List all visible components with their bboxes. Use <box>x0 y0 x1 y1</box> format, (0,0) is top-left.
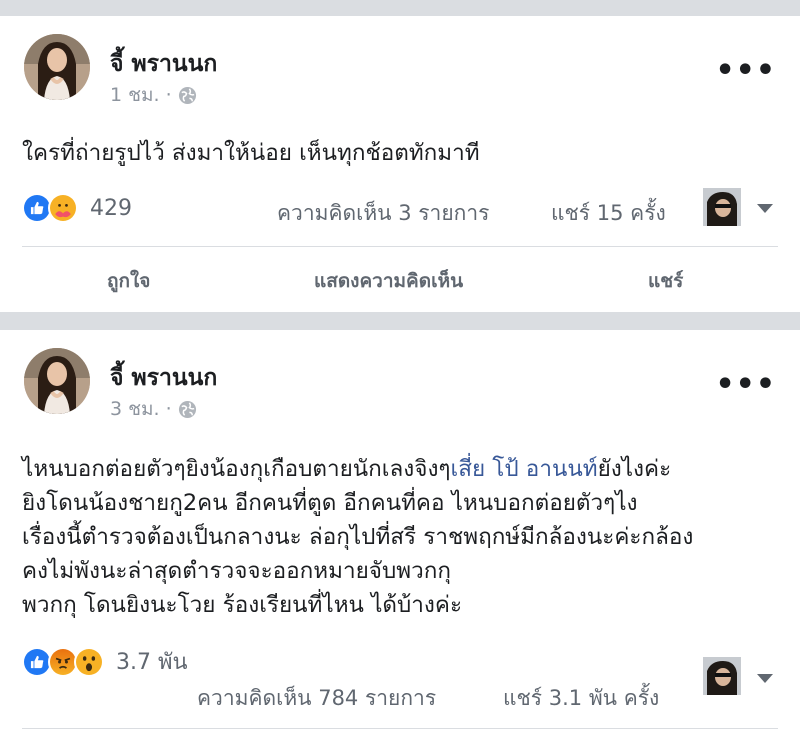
reactions-summary[interactable]: 3.7 พัน <box>22 644 188 679</box>
divider <box>22 728 778 729</box>
post-text-line: ยิงโดนน้องชายกู2คน อีกคนที่ตูด อีกคนที่ค… <box>22 490 638 516</box>
audience-dropdown-icon[interactable] <box>757 674 773 683</box>
post-meta: 3 ชม. · <box>110 394 197 424</box>
post-text-segment: ไหนบอกต่อยตัวๆยิงน้องกุเกือบตายนักเลงจิง… <box>22 456 451 482</box>
reaction-count: 3.7 พัน <box>116 650 188 675</box>
post-time[interactable]: 1 ชม. · <box>110 80 172 110</box>
comment-count[interactable]: ความคิดเห็น 784 รายการ <box>197 682 436 715</box>
post-text: ใครที่ถ่ายรูปไว้ ส่งมาให้น่อย เห็นทุกช้อ… <box>22 136 784 170</box>
author-name[interactable]: จี้ พรานนก <box>110 46 217 82</box>
reactions-summary[interactable]: 429 <box>22 193 132 223</box>
author-avatar[interactable] <box>24 34 90 100</box>
post-text-line: เรื่องนี้ตำรวจต้องเป็นกลางนะ ล่อกุไปที่ส… <box>22 524 694 550</box>
divider <box>22 246 778 247</box>
post-text-line: คงไม่พังนะล่าสุดตำรวจจะออกหมายจับพวกกุ <box>22 558 451 584</box>
post-text-segment: ยังไงค่ะ <box>597 456 672 482</box>
audience-dropdown-icon[interactable] <box>757 204 773 213</box>
care-icon <box>48 193 78 223</box>
share-button[interactable]: แชร์ <box>648 266 683 296</box>
post-card: จี้ พรานนก 3 ชม. · ••• ไหนบอกต่อยตัวๆยิง… <box>0 330 800 738</box>
post-text-line: พวกกุ โดนยิงนะโวย ร้องเรียนที่ไหน ได้บ้า… <box>22 592 463 618</box>
post-time[interactable]: 3 ชม. · <box>110 394 172 424</box>
post-text: ไหนบอกต่อยตัวๆยิงน้องกุเกือบตายนักเลงจิง… <box>22 452 784 622</box>
share-count[interactable]: แชร์ 15 ครั้ง <box>551 197 666 230</box>
author-name[interactable]: จี้ พรานนก <box>110 360 217 396</box>
post-card: จี้ พรานนก 1 ชม. · ••• ใครที่ถ่ายรูปไว้ … <box>0 16 800 312</box>
mention-link[interactable]: เสี่ย โป้ อานนท์ <box>451 456 598 482</box>
reaction-count: 429 <box>90 195 132 221</box>
post-meta: 1 ชม. · <box>110 80 197 110</box>
comment-button[interactable]: แสดงความคิดเห็น <box>314 266 463 296</box>
viewer-avatar[interactable] <box>703 188 741 226</box>
comment-count[interactable]: ความคิดเห็น 3 รายการ <box>277 197 489 230</box>
more-options-icon[interactable]: ••• <box>715 56 776 86</box>
viewer-avatar[interactable] <box>703 657 741 695</box>
globe-icon <box>178 400 196 418</box>
wow-icon <box>74 646 104 677</box>
author-avatar[interactable] <box>24 348 90 414</box>
post-text-line: ใครที่ถ่ายรูปไว้ ส่งมาให้น่อย เห็นทุกช้อ… <box>22 140 480 166</box>
globe-icon <box>178 86 196 104</box>
share-count[interactable]: แชร์ 3.1 พัน ครั้ง <box>503 682 659 715</box>
more-options-icon[interactable]: ••• <box>715 370 776 400</box>
like-button[interactable]: ถูกใจ <box>107 266 150 296</box>
post-text-line: ไหนบอกต่อยตัวๆยิงน้องกุเกือบตายนักเลงจิง… <box>22 452 784 486</box>
